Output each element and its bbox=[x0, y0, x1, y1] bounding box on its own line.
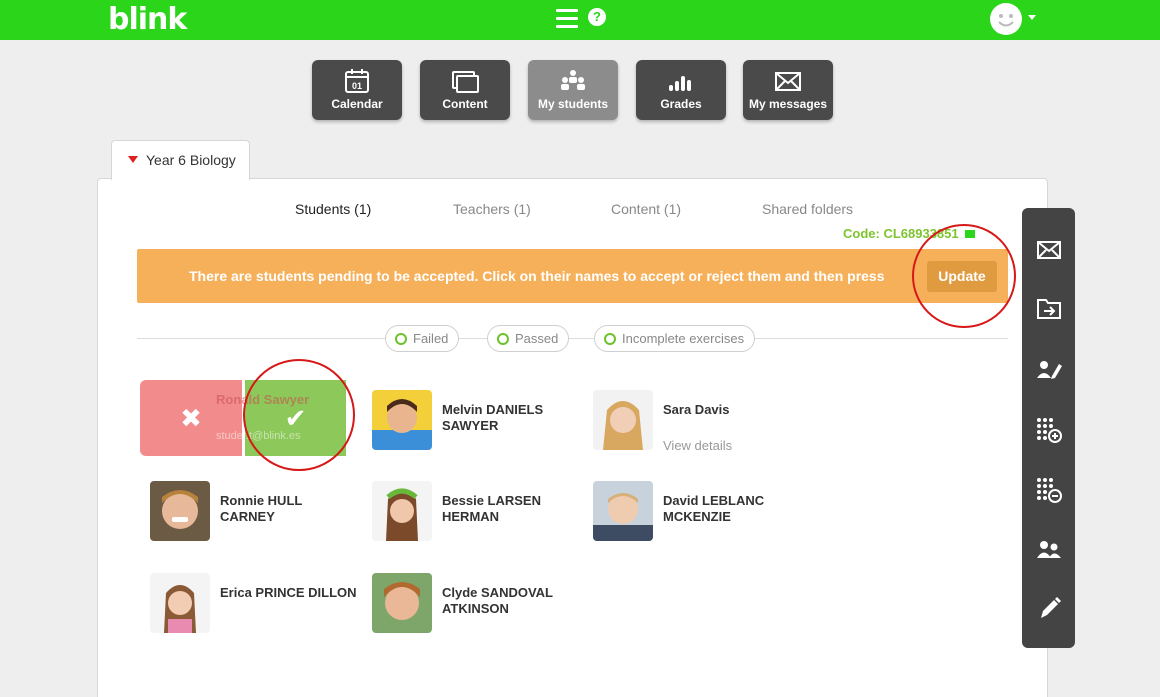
nav-label: Content bbox=[442, 97, 488, 111]
calendar-day: 01 bbox=[352, 81, 362, 91]
filter-incomplete[interactable]: Incomplete exercises bbox=[594, 325, 756, 352]
divider bbox=[137, 338, 1008, 339]
view-details-link[interactable]: View details bbox=[663, 438, 732, 453]
student-photo bbox=[372, 390, 432, 450]
edit-user-icon[interactable] bbox=[1035, 356, 1063, 384]
nav-label: My students bbox=[537, 97, 608, 111]
student-photo bbox=[593, 390, 653, 450]
users-icon[interactable] bbox=[1035, 536, 1063, 564]
pencil-icon[interactable] bbox=[1035, 594, 1063, 622]
student-name: Ronnie HULL CARNEY bbox=[220, 493, 303, 524]
student-name: David LEBLANC MCKENZIE bbox=[663, 493, 765, 524]
student-name: Clyde SANDOVAL ATKINSON bbox=[442, 585, 553, 616]
student-name: Sara Davis bbox=[663, 402, 730, 417]
tab-shared-folders[interactable]: Shared folders bbox=[762, 201, 853, 217]
filter-failed[interactable]: Failed bbox=[385, 325, 460, 352]
student-photo bbox=[150, 481, 210, 541]
filter-label: Passed bbox=[515, 331, 559, 346]
dropdown-triangle-icon bbox=[128, 156, 138, 163]
radio-icon bbox=[604, 333, 616, 345]
highlight-circle-update bbox=[912, 224, 1016, 328]
envelope-icon bbox=[775, 72, 801, 91]
student-card[interactable]: Sara Davis View details bbox=[593, 390, 793, 453]
envelope-icon[interactable] bbox=[1035, 236, 1063, 264]
course-name: Year 6 Biology bbox=[146, 152, 236, 168]
student-photo bbox=[372, 481, 432, 541]
remove-grid-icon[interactable] bbox=[1035, 476, 1063, 504]
student-card[interactable]: David LEBLANC MCKENZIE bbox=[593, 481, 793, 543]
user-avatar[interactable] bbox=[990, 3, 1022, 35]
folder-share-icon[interactable] bbox=[1035, 294, 1063, 322]
tab-content[interactable]: Content (1) bbox=[611, 201, 681, 217]
nav-my-messages[interactable]: My messages bbox=[743, 60, 833, 120]
nav-label: Grades bbox=[660, 97, 702, 111]
nav-my-students[interactable]: My students bbox=[528, 60, 618, 120]
add-grid-icon[interactable] bbox=[1035, 416, 1063, 444]
highlight-circle-accept bbox=[243, 359, 355, 471]
filter-passed[interactable]: Passed bbox=[487, 325, 570, 352]
filter-label: Incomplete exercises bbox=[622, 331, 745, 346]
nav-label: My messages bbox=[748, 97, 828, 111]
tab-students[interactable]: Students (1) bbox=[295, 201, 371, 217]
banner-text: There are students pending to be accepte… bbox=[189, 268, 885, 284]
student-card[interactable]: Melvin DANIELS SAWYER bbox=[372, 390, 572, 452]
tab-teachers[interactable]: Teachers (1) bbox=[453, 201, 531, 217]
filter-label: Failed bbox=[413, 331, 449, 346]
student-card[interactable]: Erica PRINCE DILLON bbox=[150, 573, 357, 635]
student-photo bbox=[372, 573, 432, 633]
nav-calendar[interactable]: 01 Calendar bbox=[312, 60, 402, 120]
student-photo bbox=[593, 481, 653, 541]
grades-icon bbox=[669, 76, 691, 91]
help-icon[interactable]: ? bbox=[588, 8, 606, 26]
menu-icon[interactable] bbox=[556, 9, 578, 29]
nav-content[interactable]: Content bbox=[420, 60, 510, 120]
radio-icon bbox=[497, 333, 509, 345]
students-icon bbox=[561, 70, 585, 90]
chevron-down-icon[interactable] bbox=[1028, 15, 1036, 20]
radio-icon bbox=[395, 333, 407, 345]
student-name: Bessie LARSEN HERMAN bbox=[442, 493, 541, 524]
student-name: Melvin DANIELS SAWYER bbox=[442, 402, 544, 433]
side-toolbar bbox=[1022, 208, 1075, 648]
nav-grades[interactable]: Grades bbox=[636, 60, 726, 120]
student-card[interactable]: Clyde SANDOVAL ATKINSON bbox=[372, 573, 572, 635]
top-bar: blink ? bbox=[0, 0, 1160, 40]
student-card[interactable]: Bessie LARSEN HERMAN bbox=[372, 481, 572, 543]
nav-label: Calendar bbox=[331, 97, 383, 111]
student-photo bbox=[150, 573, 210, 633]
student-card[interactable]: Ronnie HULL CARNEY bbox=[150, 481, 350, 543]
content-icon bbox=[452, 71, 479, 93]
blink-logo[interactable]: blink bbox=[108, 2, 187, 37]
student-name: Erica PRINCE DILLON bbox=[220, 585, 357, 600]
pending-banner: There are students pending to be accepte… bbox=[137, 249, 1008, 303]
smiley-icon bbox=[998, 14, 1014, 27]
calendar-icon: 01 bbox=[345, 69, 369, 93]
course-selector[interactable]: Year 6 Biology bbox=[111, 140, 250, 180]
